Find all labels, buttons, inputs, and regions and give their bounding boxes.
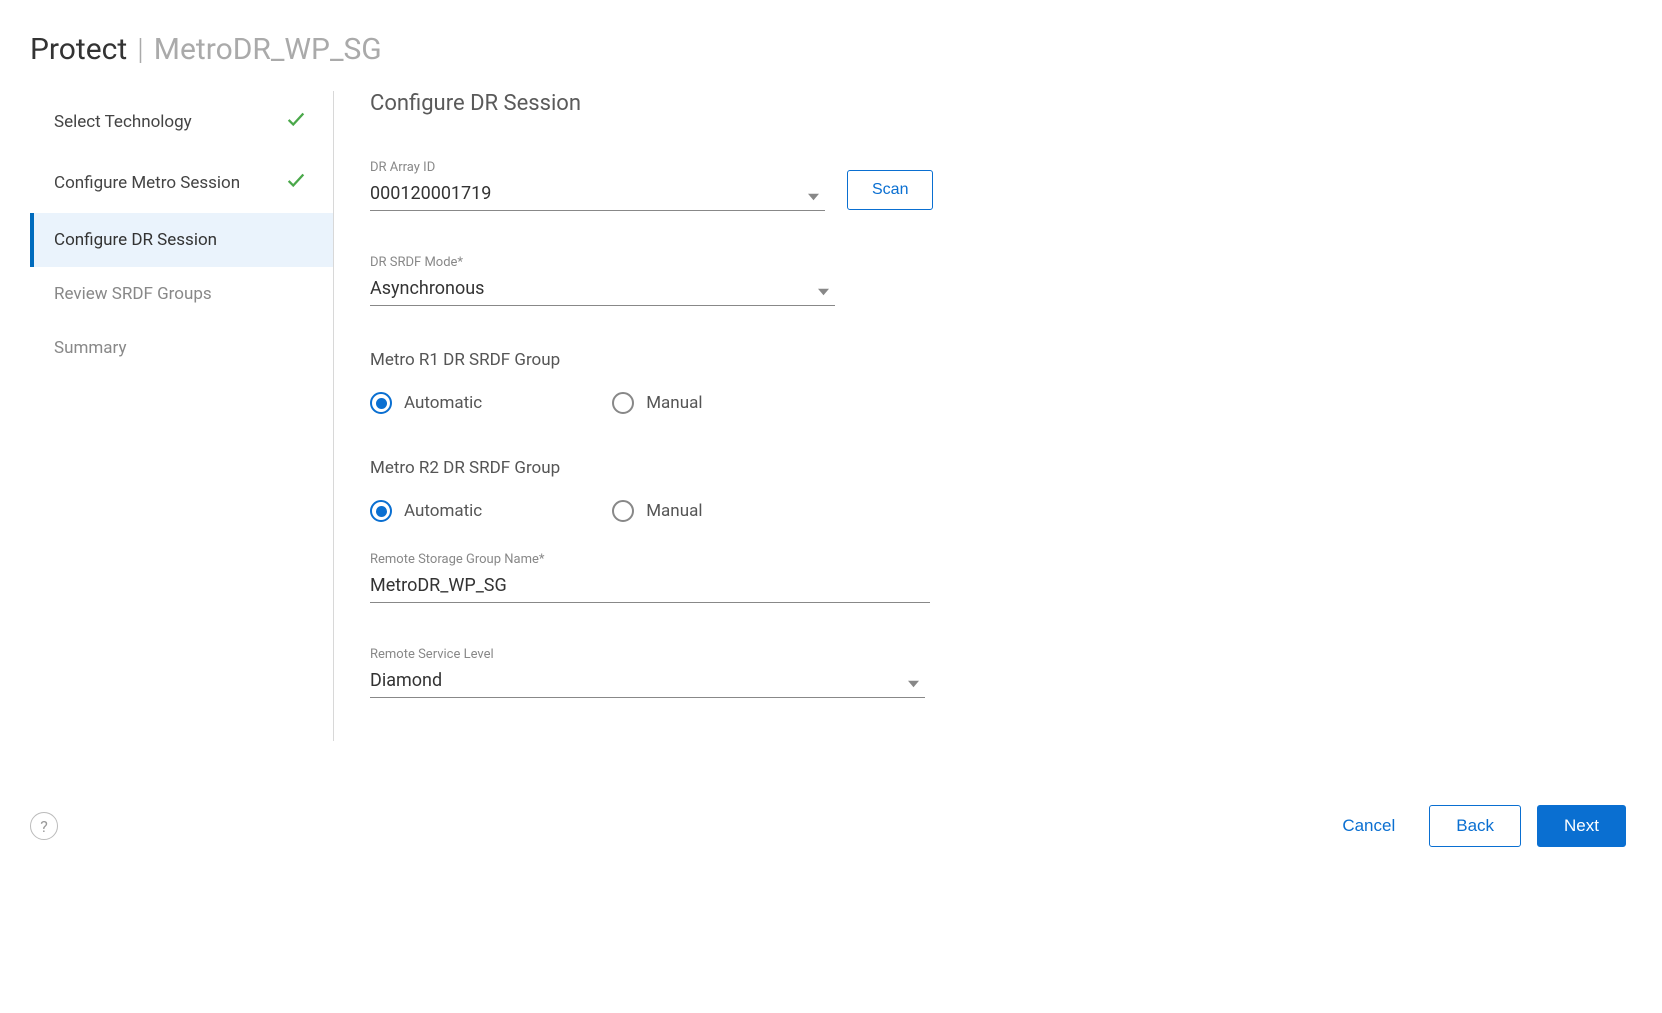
wizard-step-label: Select Technology — [54, 112, 192, 132]
wizard-step-label: Configure Metro Session — [54, 173, 240, 193]
remote-service-level-label: Remote Service Level — [370, 647, 925, 662]
r1-manual-radio[interactable]: Manual — [612, 392, 702, 414]
check-icon — [285, 169, 307, 196]
radio-selected-icon — [370, 500, 392, 522]
wizard-step-configure-dr-session[interactable]: Configure DR Session — [30, 213, 333, 267]
radio-unselected-icon — [612, 392, 634, 414]
dr-srdf-mode-value: Asynchronous — [370, 278, 484, 299]
wizard-step-label: Configure DR Session — [54, 230, 217, 250]
page-title-main: Protect — [30, 32, 127, 67]
r2-manual-radio[interactable]: Manual — [612, 500, 702, 522]
help-icon[interactable]: ? — [30, 812, 58, 840]
wizard-step-label: Summary — [54, 338, 126, 358]
back-button[interactable]: Back — [1429, 805, 1521, 847]
r1-group-heading: Metro R1 DR SRDF Group — [370, 350, 1660, 370]
chevron-down-icon — [908, 671, 919, 692]
wizard-step-review-srdf-groups[interactable]: Review SRDF Groups — [30, 267, 333, 321]
page-title-sub: MetroDR_WP_SG — [154, 32, 382, 67]
remote-service-level-select[interactable]: Diamond — [370, 666, 925, 698]
wizard-step-configure-metro-session[interactable]: Configure Metro Session — [30, 152, 333, 213]
remote-sg-name-label: Remote Storage Group Name* — [370, 552, 930, 567]
r2-group-heading: Metro R2 DR SRDF Group — [370, 458, 1660, 478]
remote-sg-name-input[interactable]: MetroDR_WP_SG — [370, 571, 930, 603]
wizard-step-select-technology[interactable]: Select Technology — [30, 91, 333, 152]
cancel-button[interactable]: Cancel — [1324, 806, 1413, 846]
dr-srdf-mode-label: DR SRDF Mode* — [370, 255, 835, 270]
page-header: Protect | MetroDR_WP_SG — [0, 0, 1662, 91]
r2-automatic-radio[interactable]: Automatic — [370, 500, 482, 522]
r2-automatic-label: Automatic — [404, 501, 482, 521]
dr-array-id-select[interactable]: 000120001719 — [370, 179, 825, 211]
remote-service-level-value: Diamond — [370, 670, 442, 691]
r1-automatic-radio[interactable]: Automatic — [370, 392, 482, 414]
chevron-down-icon — [808, 184, 819, 205]
chevron-down-icon — [818, 279, 829, 300]
next-button[interactable]: Next — [1537, 805, 1626, 847]
r1-manual-label: Manual — [646, 393, 702, 413]
page-title-separator: | — [137, 32, 144, 67]
scan-button[interactable]: Scan — [847, 170, 933, 210]
wizard-step-summary[interactable]: Summary — [30, 321, 333, 375]
dr-array-id-field: DR Array ID 000120001719 — [370, 160, 825, 211]
r2-manual-label: Manual — [646, 501, 702, 521]
remote-service-level-field: Remote Service Level Diamond — [370, 647, 925, 698]
dr-srdf-mode-field: DR SRDF Mode* Asynchronous — [370, 255, 835, 306]
footer: ? Cancel Back Next — [0, 805, 1662, 847]
dr-array-id-label: DR Array ID — [370, 160, 825, 175]
radio-selected-icon — [370, 392, 392, 414]
dr-array-id-value: 000120001719 — [370, 183, 491, 204]
radio-unselected-icon — [612, 500, 634, 522]
content-panel[interactable]: Configure DR Session DR Array ID 0001200… — [334, 91, 1660, 741]
content-title: Configure DR Session — [370, 91, 1660, 116]
dr-srdf-mode-select[interactable]: Asynchronous — [370, 274, 835, 306]
remote-sg-name-field: Remote Storage Group Name* MetroDR_WP_SG — [370, 552, 930, 603]
remote-sg-name-value: MetroDR_WP_SG — [370, 575, 507, 596]
wizard-step-label: Review SRDF Groups — [54, 284, 212, 304]
r1-automatic-label: Automatic — [404, 393, 482, 413]
check-icon — [285, 108, 307, 135]
wizard-nav: Select Technology Configure Metro Sessio… — [30, 91, 334, 741]
